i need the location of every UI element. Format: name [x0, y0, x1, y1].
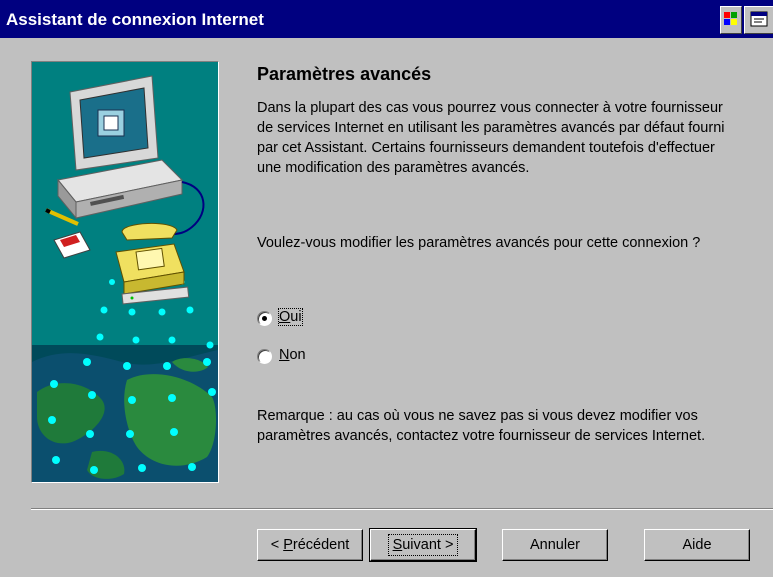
radio-yes[interactable]: [257, 311, 272, 326]
back-button[interactable]: < Précédent: [257, 529, 363, 561]
intro-text: Dans la plupart des cas vous pourrez vou…: [257, 100, 725, 176]
page-heading: Paramètres avancés: [257, 64, 432, 84]
help-button[interactable]: Aide: [644, 529, 750, 561]
help-button-label: Aide: [682, 537, 712, 553]
windows-logo-icon[interactable]: [720, 6, 742, 34]
next-button[interactable]: Suivant >: [369, 528, 477, 562]
note-text: Remarque : au cas où vous ne savez pas s…: [257, 408, 706, 444]
cancel-button[interactable]: Annuler: [502, 529, 608, 561]
title-bar[interactable]: Assistant de connexion Internet: [0, 0, 773, 38]
separator: [31, 508, 773, 510]
radio-no[interactable]: [257, 349, 272, 364]
radio-selected-dot: [262, 316, 267, 321]
cancel-button-label: Annuler: [530, 537, 580, 553]
window-title: Assistant de connexion Internet: [6, 10, 264, 29]
option-yes-label[interactable]: Oui: [278, 308, 303, 326]
system-menu-icon[interactable]: [744, 6, 773, 34]
wizard-illustration: [31, 61, 219, 483]
next-button-label: Suivant >: [387, 534, 459, 556]
wizard-window: Assistant de connexion Internet Paramètr…: [0, 0, 773, 577]
option-no-label[interactable]: Non: [279, 347, 306, 363]
question-text: Voulez-vous modifier les paramètres avan…: [257, 235, 701, 251]
back-button-label: < Précédent: [270, 537, 350, 553]
